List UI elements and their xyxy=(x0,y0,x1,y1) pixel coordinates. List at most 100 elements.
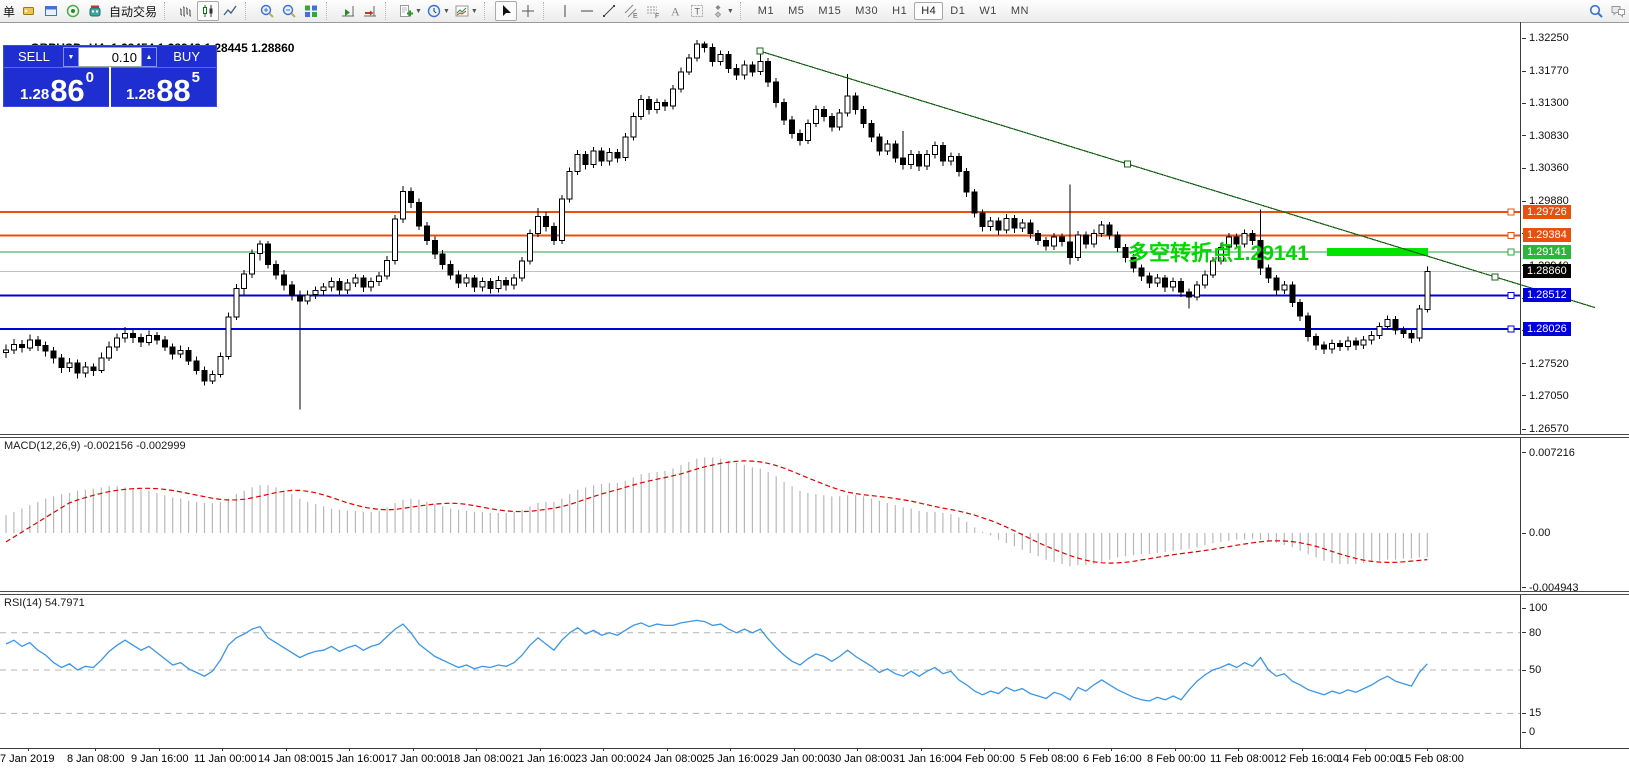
price-tick: 1.30360 xyxy=(1522,162,1569,174)
line-chart-icon[interactable] xyxy=(219,1,241,21)
arrows-icon[interactable]: ▼ xyxy=(708,1,736,21)
horizontal-line-icon[interactable] xyxy=(576,1,598,21)
price-level-tag-1.29141[interactable]: 1.29141 xyxy=(1523,245,1571,259)
timeframe-button-m5[interactable]: M5 xyxy=(781,2,811,20)
macd-panel[interactable] xyxy=(0,438,1520,591)
timeframe-button-h1[interactable]: H1 xyxy=(885,2,914,20)
time-axis-label: 7 Jan 2019 xyxy=(0,753,54,765)
trendline-icon[interactable] xyxy=(598,1,620,21)
price-level-tag-1.28026[interactable]: 1.28026 xyxy=(1523,322,1571,336)
search-icon[interactable] xyxy=(1585,1,1607,21)
price-level-tag-1.28512[interactable]: 1.28512 xyxy=(1523,288,1571,302)
time-axis-tick xyxy=(540,748,541,751)
toolbar-separator xyxy=(740,2,748,20)
volume-input[interactable] xyxy=(79,47,141,67)
one-click-trading-panel: SELL BUY ▼ ▲ 1.28860 1.28885 xyxy=(3,45,217,107)
cursor-icon[interactable] xyxy=(495,1,517,21)
time-axis-tick xyxy=(1427,748,1428,751)
autotrading-label[interactable]: 自动交易 xyxy=(106,3,160,20)
time-axis-tick xyxy=(984,748,985,751)
auto-scroll-icon[interactable] xyxy=(337,1,359,21)
time-axis-label: 21 Jan 16:00 xyxy=(512,753,576,765)
text-icon[interactable]: A xyxy=(664,1,686,21)
text-label-icon[interactable]: T xyxy=(686,1,708,21)
price-tick: 80 xyxy=(1522,627,1541,639)
time-axis-tick xyxy=(603,748,604,751)
time-axis-label: 11 Jan 00:00 xyxy=(194,753,257,765)
time-axis-tick xyxy=(730,748,731,751)
time-axis-label: 31 Jan 16:00 xyxy=(893,753,957,765)
chat-icon[interactable] xyxy=(1607,1,1629,21)
volume-up-button[interactable]: ▲ xyxy=(141,47,157,67)
price-level-tag-1.28860[interactable]: 1.28860 xyxy=(1523,264,1571,278)
dropdown-caret-icon[interactable]: ▼ xyxy=(727,8,734,15)
time-axis-label: 17 Jan 00:00 xyxy=(385,753,449,765)
main-macd-separator[interactable] xyxy=(0,434,1629,438)
toolbar-separator xyxy=(543,2,551,20)
sell-price-button[interactable]: 1.28860 xyxy=(4,68,110,108)
timeframe-button-m30[interactable]: M30 xyxy=(848,2,885,20)
time-axis-label: 18 Jan 08:00 xyxy=(448,753,512,765)
order-tag-icon[interactable] xyxy=(18,1,40,21)
time-axis-tick xyxy=(1175,748,1176,751)
timeframe-button-m1[interactable]: M1 xyxy=(751,2,781,20)
vertical-line-icon[interactable] xyxy=(554,1,576,21)
time-axis-label: 15 Jan 16:00 xyxy=(321,753,385,765)
bar-chart-icon[interactable] xyxy=(175,1,197,21)
trendline-handle xyxy=(1492,274,1498,280)
price-axis-border xyxy=(1520,22,1521,748)
time-axis-tick xyxy=(857,748,858,751)
price-tick: 1.31770 xyxy=(1522,65,1569,77)
price-chart-area[interactable]: 多空转折点1.29141 xyxy=(0,22,1629,434)
equidistant-channel-icon[interactable]: E xyxy=(620,1,642,21)
time-axis-label: 8 Jan 08:00 xyxy=(67,753,125,765)
toolbar: 单 自动交易 ▼ ▼ ▼ E FAT ▼ M1M5M15M30H1H4D1W1MN xyxy=(0,0,1629,23)
time-axis-label: 30 Jan 08:00 xyxy=(829,753,893,765)
time-axis-label: 14 Jan 08:00 xyxy=(258,753,322,765)
buy-price-button[interactable]: 1.28885 xyxy=(110,68,216,108)
time-axis-label: 25 Jan 16:00 xyxy=(702,753,766,765)
signal-icon[interactable] xyxy=(62,1,84,21)
zoom-out-icon[interactable] xyxy=(278,1,300,21)
time-axis-tick xyxy=(476,748,477,751)
buy-price-sup: 5 xyxy=(192,70,200,85)
price-tick: 1.32250 xyxy=(1522,32,1569,44)
dropdown-caret-icon[interactable]: ▼ xyxy=(415,8,422,15)
timeframe-button-d1[interactable]: D1 xyxy=(943,2,972,20)
fibonacci-icon[interactable]: F xyxy=(642,1,664,21)
timeframe-button-w1[interactable]: W1 xyxy=(972,2,1004,20)
new-order-button[interactable]: 单 xyxy=(0,3,18,20)
time-axis-tick xyxy=(921,748,922,751)
dropdown-caret-icon[interactable]: ▼ xyxy=(443,8,450,15)
time-axis-label: 24 Jan 08:00 xyxy=(639,753,703,765)
svg-text:F: F xyxy=(655,13,659,19)
time-axis-tick xyxy=(1365,748,1366,751)
dropdown-caret-icon[interactable]: ▼ xyxy=(471,8,478,15)
indicators-icon[interactable]: ▼ xyxy=(396,1,424,21)
price-tick: 50 xyxy=(1522,664,1541,676)
price-level-tag-1.29384[interactable]: 1.29384 xyxy=(1523,228,1571,242)
rsi-panel[interactable] xyxy=(0,595,1520,746)
time-axis-tick xyxy=(667,748,668,751)
timeframe-button-m15[interactable]: M15 xyxy=(811,2,848,20)
time-axis-tick xyxy=(159,748,160,751)
autotrading-icon[interactable] xyxy=(84,1,106,21)
candlestick-icon[interactable] xyxy=(197,1,219,21)
charts-window-icon[interactable] xyxy=(40,1,62,21)
templates-icon[interactable]: ▼ xyxy=(452,1,480,21)
price-tick: 15 xyxy=(1522,707,1541,719)
price-level-tag-1.29726[interactable]: 1.29726 xyxy=(1523,205,1571,219)
toolbar-separator xyxy=(245,2,253,20)
buy-price-big: 88 xyxy=(156,78,190,104)
periods-icon[interactable]: ▼ xyxy=(424,1,452,21)
timeframe-button-mn[interactable]: MN xyxy=(1004,2,1036,20)
macd-rsi-separator[interactable] xyxy=(0,591,1629,595)
zoom-in-icon[interactable] xyxy=(256,1,278,21)
price-tick: 0.00 xyxy=(1522,527,1550,539)
chart-shift-icon[interactable] xyxy=(359,1,381,21)
tile-windows-icon[interactable] xyxy=(300,1,322,21)
time-axis-tick xyxy=(222,748,223,751)
volume-down-button[interactable]: ▼ xyxy=(63,47,79,67)
timeframe-button-h4[interactable]: H4 xyxy=(914,2,943,20)
crosshair-icon[interactable] xyxy=(517,1,539,21)
